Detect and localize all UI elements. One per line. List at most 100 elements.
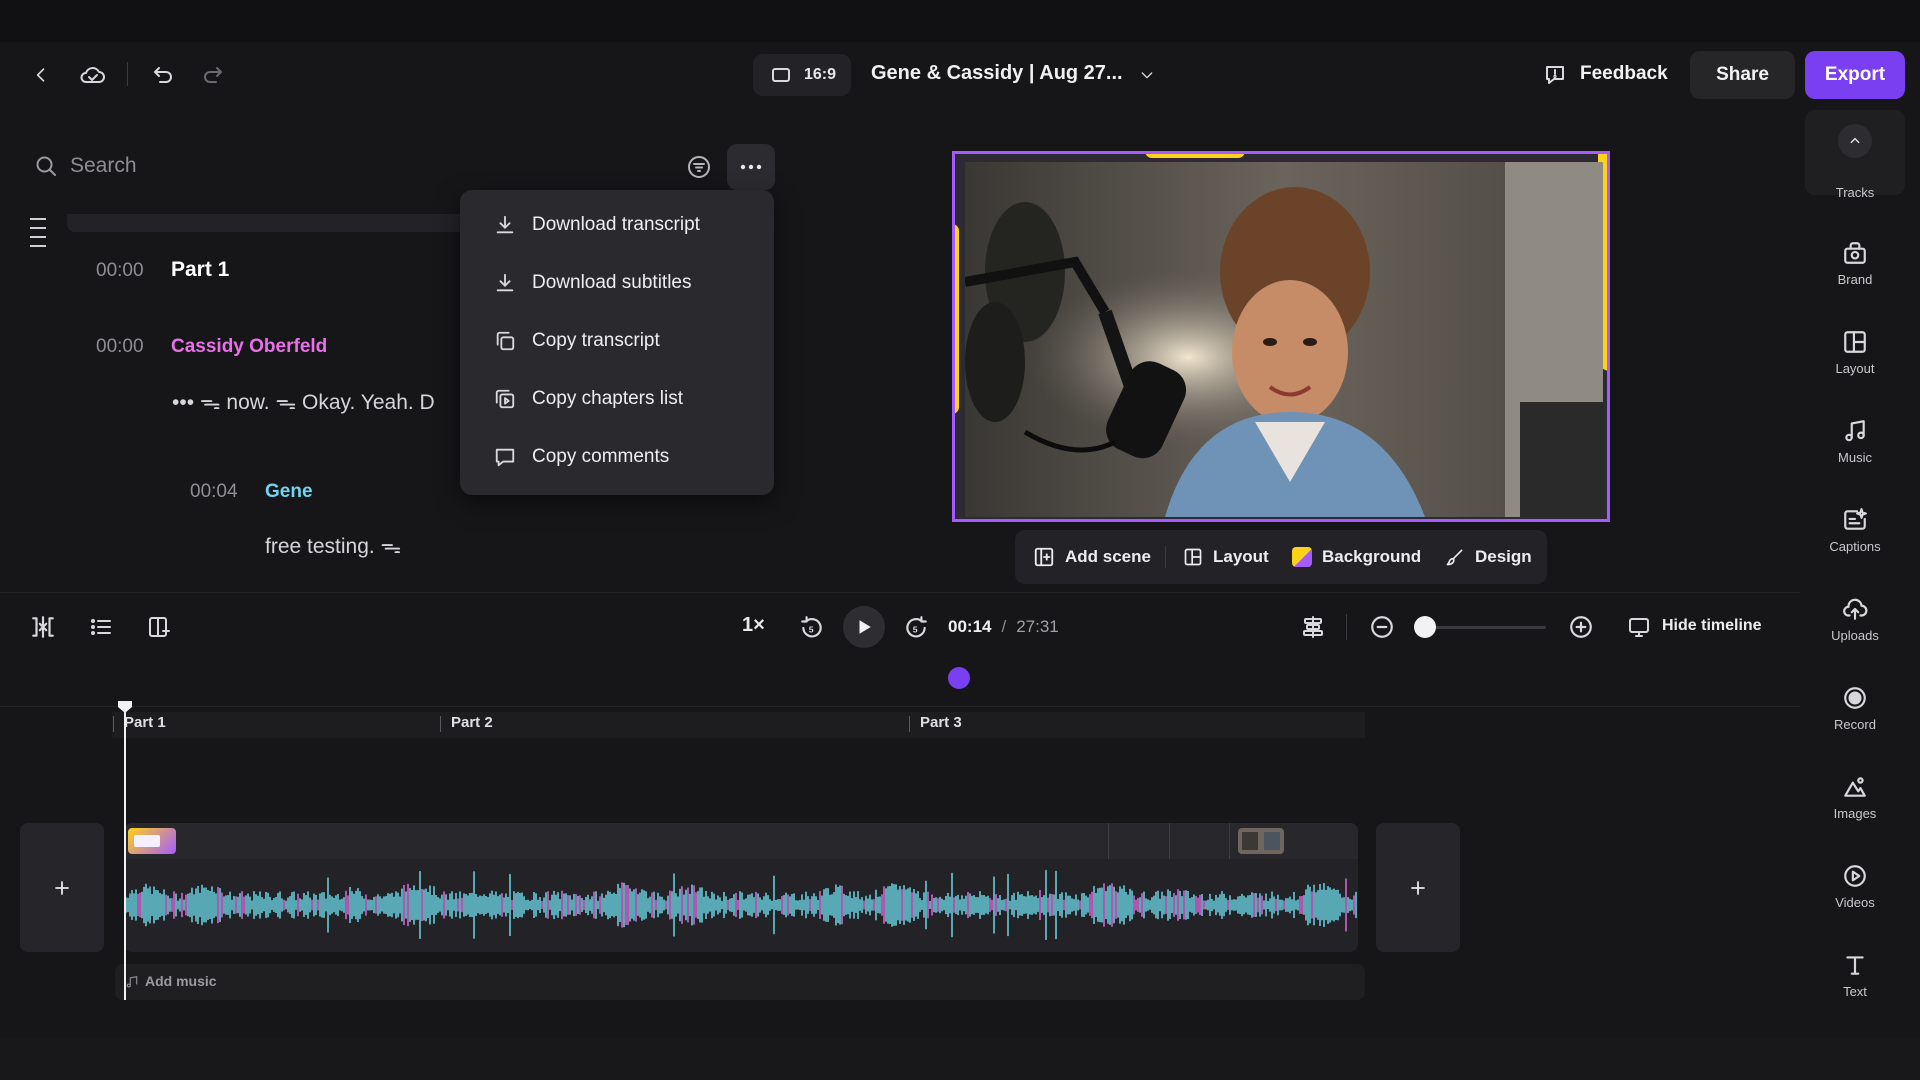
chapter-part-1[interactable]: Part 1 [124, 714, 166, 731]
hide-timeline-button[interactable]: Hide timeline [1662, 617, 1762, 635]
back-icon[interactable] [26, 60, 56, 90]
text-icon [1846, 955, 1864, 975]
align-tracks-icon[interactable] [1298, 612, 1328, 642]
transcript-text[interactable]: ••• ᯓ now. ᯓ Okay. Yeah. D [172, 388, 462, 416]
playback-speed-button[interactable]: 1× [742, 614, 765, 637]
aspect-ratio-icon [771, 67, 791, 83]
comment-icon [492, 444, 518, 470]
rail-captions[interactable]: Captions [1808, 488, 1902, 572]
rail-layout[interactable]: Layout [1808, 310, 1902, 394]
scene-strip [67, 214, 467, 232]
transcript-text[interactable]: free testing. ᯓ [265, 532, 401, 560]
svg-text:5: 5 [809, 624, 814, 634]
search-input[interactable]: Search [70, 154, 137, 178]
undo-icon[interactable] [146, 58, 180, 92]
chapter-part-3[interactable]: Part 3 [920, 714, 962, 731]
export-button[interactable]: Export [1805, 51, 1905, 99]
chapters-toggle-icon[interactable] [30, 218, 46, 248]
zoom-out-icon[interactable] [1367, 612, 1397, 642]
music-icon [126, 976, 138, 988]
add-scene-icon [1034, 547, 1054, 567]
rail-brand[interactable]: Brand [1808, 221, 1902, 305]
zoom-in-icon[interactable] [1566, 612, 1596, 642]
layout-label: Layout [1213, 547, 1269, 566]
main-track[interactable] [124, 823, 1358, 952]
add-scene-label: Add scene [1065, 547, 1151, 566]
design-label: Design [1475, 547, 1532, 566]
panel-divider [0, 592, 1800, 593]
rail-text[interactable]: Text [1808, 933, 1902, 1017]
share-button[interactable]: Share [1690, 51, 1795, 99]
layout-button[interactable]: Layout [1183, 530, 1269, 584]
menu-item-download-subtitles[interactable]: Download subtitles [460, 258, 774, 308]
total-time: 27:31 [1016, 617, 1059, 636]
menu-item-copy-chapters[interactable]: Copy chapters list [460, 374, 774, 424]
search-icon [32, 152, 60, 180]
add-track-before-button[interactable] [20, 823, 104, 952]
frame-accent [955, 224, 959, 414]
playhead[interactable] [124, 708, 126, 1000]
speaker-name[interactable]: Gene [265, 481, 313, 503]
rail-images[interactable]: Images [1808, 755, 1902, 839]
play-button[interactable] [843, 606, 885, 648]
add-scene-button[interactable]: Add scene [1033, 530, 1151, 584]
add-track-after-button[interactable] [1376, 823, 1460, 952]
menu-item-download-transcript[interactable]: Download transcript [460, 200, 774, 250]
toolbar-divider [1165, 546, 1166, 568]
plus-icon [1411, 880, 1425, 895]
segment-timestamp[interactable]: 00:00 [96, 336, 144, 358]
scene-divider [1229, 823, 1230, 859]
cloud-sync-icon[interactable] [76, 58, 110, 92]
filter-icon[interactable] [684, 152, 714, 182]
part-title[interactable]: Part 1 [171, 258, 229, 282]
chapter-part-2[interactable]: Part 2 [451, 714, 493, 731]
design-button[interactable]: Design [1445, 530, 1532, 584]
music-icon [1845, 419, 1865, 441]
bar-divider [1346, 614, 1347, 640]
list-icon[interactable] [86, 612, 116, 642]
hide-timeline-icon[interactable] [1624, 612, 1654, 642]
transcript-options-menu: Download transcript Download subtitles C… [460, 190, 774, 495]
speaker-name[interactable]: Cassidy Oberfeld [171, 336, 327, 358]
rewind-5-icon[interactable]: 5 [796, 612, 828, 644]
video-preview[interactable] [952, 151, 1610, 522]
scene-thumbnail[interactable] [1238, 828, 1284, 854]
comment-marker[interactable] [948, 667, 970, 689]
background-label: Background [1322, 547, 1422, 566]
audio-waveform [124, 870, 1357, 940]
more-options-button[interactable] [727, 144, 775, 190]
menu-item-copy-comments[interactable]: Copy comments [460, 432, 774, 482]
download-icon [492, 270, 518, 296]
background-button[interactable]: Background [1292, 530, 1421, 584]
redo-icon[interactable] [196, 58, 230, 92]
rail-record[interactable]: Record [1808, 666, 1902, 750]
rail-music[interactable]: Music [1808, 399, 1902, 483]
menu-item-copy-transcript[interactable]: Copy transcript [460, 316, 774, 366]
aspect-ratio-button[interactable]: 16:9 [753, 54, 851, 96]
rail-uploads[interactable]: Uploads [1808, 577, 1902, 661]
rail-label: Text [1843, 983, 1867, 999]
plus-icon [55, 880, 69, 895]
background-swatch-icon [1292, 547, 1312, 567]
zoom-slider-track[interactable] [1418, 626, 1546, 629]
download-icon [492, 212, 518, 238]
rail-label: Brand [1837, 271, 1873, 287]
part-timestamp[interactable]: 00:00 [96, 260, 144, 282]
project-title[interactable]: Gene & Cassidy | Aug 27... [871, 62, 1123, 85]
chevron-down-icon[interactable] [1134, 62, 1160, 88]
forward-5-icon[interactable]: 5 [900, 612, 932, 644]
rail-tracks[interactable]: Tracks [1808, 140, 1902, 224]
export-label: Export [1824, 64, 1886, 85]
frame-accent [1145, 154, 1245, 158]
zoom-slider-thumb[interactable] [1414, 616, 1436, 638]
feedback-button[interactable]: Feedback [1580, 63, 1668, 85]
feedback-icon[interactable] [1540, 60, 1570, 90]
captions-icon [1844, 507, 1867, 530]
rail-videos[interactable]: Videos [1808, 844, 1902, 928]
add-layout-icon[interactable] [144, 612, 174, 642]
playhead-handle[interactable] [117, 700, 133, 714]
segment-timestamp[interactable]: 00:04 [190, 481, 238, 503]
split-icon[interactable] [28, 612, 58, 642]
scene-thumbnail[interactable] [128, 828, 176, 854]
add-music-track[interactable]: Add music [115, 964, 1365, 1000]
